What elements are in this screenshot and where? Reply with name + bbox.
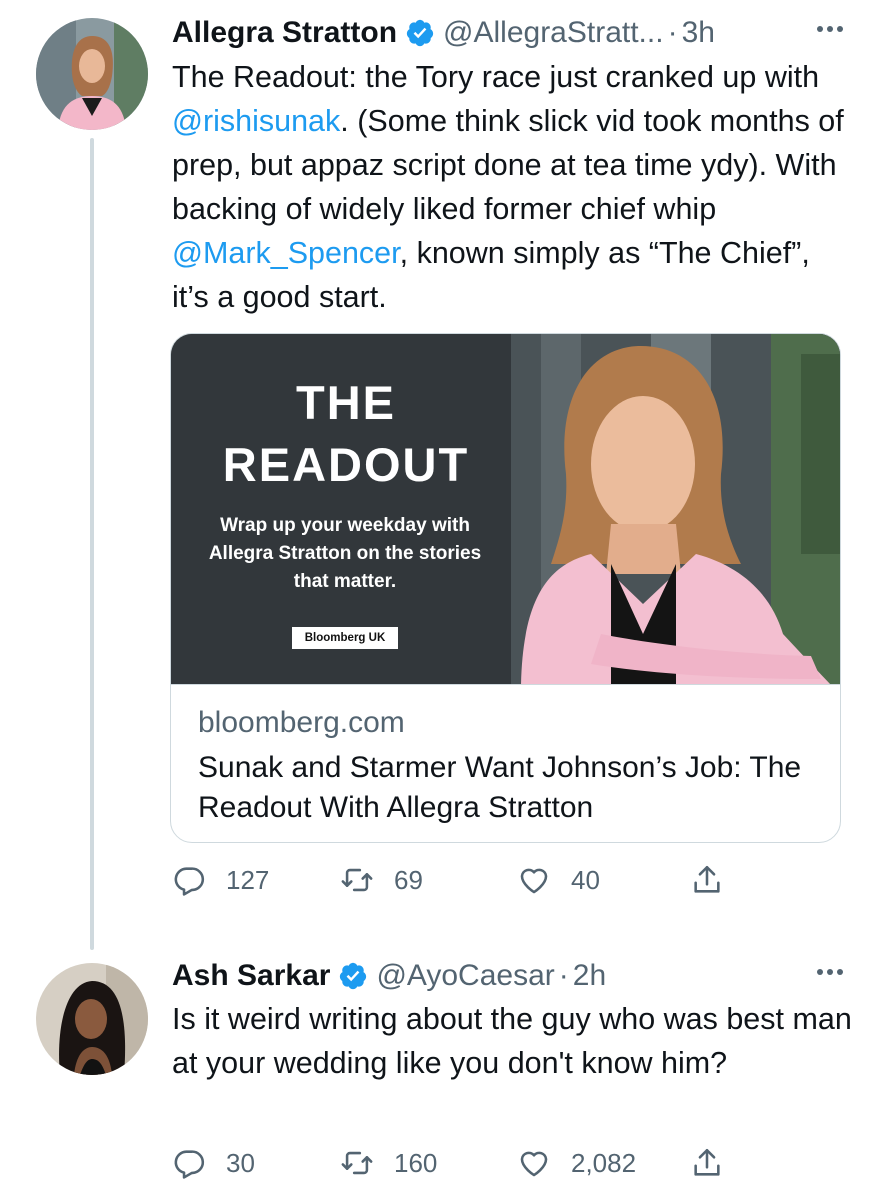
card-domain: bloomberg.com bbox=[198, 706, 405, 739]
more-dots-icon[interactable] bbox=[812, 957, 848, 987]
retweet-count: 69 bbox=[394, 864, 423, 895]
tweet-text: The Readout: the Tory race just cranked … bbox=[172, 55, 852, 319]
reply-button[interactable]: 127 bbox=[172, 860, 269, 900]
timestamp[interactable]: 3h bbox=[682, 16, 715, 50]
like-button[interactable]: 40 bbox=[517, 860, 600, 900]
more-dots-icon[interactable] bbox=[812, 14, 848, 44]
tweet-text: Is it weird writing about the guy who wa… bbox=[172, 1002, 852, 1080]
tweet-header: Allegra Stratton @AllegraStratt... · 3h bbox=[172, 10, 862, 56]
retweet-count: 160 bbox=[394, 1147, 438, 1178]
separator-dot: · bbox=[667, 16, 678, 49]
link-card[interactable]: THE READOUT Wrap up your weekday with Al… bbox=[170, 333, 841, 843]
reply-bubble-icon bbox=[174, 1150, 205, 1179]
retweet-button[interactable]: 160 bbox=[340, 1143, 437, 1183]
share-upload-icon bbox=[694, 1148, 720, 1176]
reply-count: 127 bbox=[226, 864, 270, 895]
verified-badge-icon bbox=[406, 19, 434, 47]
card-title: Sunak and Starmer Want Johnson’s Job: Th… bbox=[198, 751, 802, 824]
tweet-ash-sarkar[interactable]: Ash Sarkar @AyoCaesar · 2h Is it weird w… bbox=[0, 945, 877, 1200]
reply-bubble-icon bbox=[174, 867, 205, 896]
retweet-button[interactable]: 69 bbox=[340, 860, 423, 900]
image-subtitle: Wrap up your weekday with Allegra Stratt… bbox=[208, 515, 482, 592]
tweet-allegra-stratton[interactable]: Allegra Stratton @AllegraStratt... · 3h … bbox=[0, 0, 877, 950]
tweet-actions: 30 160 2,082 bbox=[172, 1143, 772, 1183]
like-count: 40 bbox=[571, 864, 600, 895]
tweet-text-part: The Readout: the Tory race just cranked … bbox=[172, 60, 820, 94]
share-upload-icon bbox=[694, 865, 720, 893]
author-name[interactable]: Allegra Stratton bbox=[172, 16, 397, 50]
heart-icon bbox=[520, 1151, 548, 1177]
retweet-arrows-icon bbox=[341, 1151, 373, 1175]
mention-link[interactable]: @Mark_Spencer bbox=[172, 236, 400, 270]
avatar[interactable] bbox=[36, 963, 148, 1075]
image-title-line: THE bbox=[296, 376, 396, 429]
tweet-header: Ash Sarkar @AyoCaesar · 2h bbox=[172, 953, 862, 999]
like-button[interactable]: 2,082 bbox=[517, 1143, 636, 1183]
separator-dot: · bbox=[558, 959, 569, 992]
thread-connector bbox=[90, 138, 94, 950]
like-count: 2,082 bbox=[571, 1147, 637, 1178]
share-button[interactable] bbox=[690, 1143, 724, 1183]
timestamp[interactable]: 2h bbox=[573, 959, 606, 993]
author-handle[interactable]: @AllegraStratt... bbox=[443, 16, 664, 50]
avatar[interactable] bbox=[36, 18, 148, 130]
mention-link[interactable]: @rishisunak bbox=[172, 104, 340, 138]
bloomberg-uk-logo: Bloomberg UK bbox=[292, 627, 398, 649]
image-title-line: READOUT bbox=[222, 438, 470, 491]
author-handle[interactable]: @AyoCaesar bbox=[376, 959, 554, 993]
tweet-actions: 127 69 40 bbox=[172, 860, 772, 900]
author-name[interactable]: Ash Sarkar bbox=[172, 959, 330, 993]
share-button[interactable] bbox=[690, 860, 724, 900]
reply-count: 30 bbox=[226, 1147, 255, 1178]
heart-icon bbox=[520, 868, 548, 894]
image-title: THE READOUT bbox=[221, 372, 471, 496]
verified-badge-icon bbox=[340, 962, 367, 990]
retweet-arrows-icon bbox=[341, 868, 373, 892]
card-image: THE READOUT Wrap up your weekday with Al… bbox=[171, 334, 840, 685]
reply-button[interactable]: 30 bbox=[172, 1143, 255, 1183]
